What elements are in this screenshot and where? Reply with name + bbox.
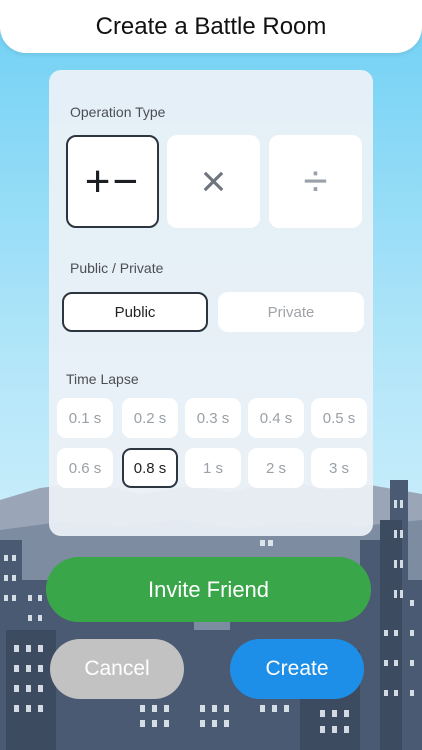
time-option-label: 0.2 s <box>133 409 167 427</box>
time-option-0.3s[interactable]: 0.3 s <box>185 398 241 438</box>
invite-friend-button[interactable]: Invite Friend <box>46 557 371 622</box>
time-option-label: 0.8 s <box>133 459 167 477</box>
invite-friend-label: Invite Friend <box>147 576 270 602</box>
operation-option-add-subtract[interactable]: +− <box>66 135 159 228</box>
create-label: Create <box>265 657 329 680</box>
header-bar: Create a Battle Room <box>0 0 422 53</box>
room-settings-card: Operation Type +− × ÷ Public / Private P… <box>49 70 373 536</box>
time-option-0.2s[interactable]: 0.2 s <box>122 398 178 438</box>
private-option-label: Private <box>267 303 315 321</box>
time-lapse-label: Time Lapse <box>66 371 139 387</box>
time-option-2s[interactable]: 2 s <box>248 448 304 488</box>
plus-minus-icon: +− <box>84 156 141 206</box>
time-option-0.1s[interactable]: 0.1 s <box>57 398 113 438</box>
time-option-0.4s[interactable]: 0.4 s <box>248 398 304 438</box>
time-option-label: 3 s <box>328 459 349 477</box>
visibility-label: Public / Private <box>70 260 164 276</box>
time-option-label: 2 s <box>265 459 286 477</box>
public-option-label: Public <box>114 303 156 321</box>
time-option-3s[interactable]: 3 s <box>311 448 367 488</box>
page-title: Create a Battle Room <box>95 13 327 40</box>
time-option-0.5s[interactable]: 0.5 s <box>311 398 367 438</box>
operation-option-divide[interactable]: ÷ <box>269 135 362 228</box>
cancel-button[interactable]: Cancel <box>50 639 184 699</box>
time-option-label: 0.4 s <box>259 409 293 427</box>
create-button[interactable]: Create <box>230 639 364 699</box>
public-option-button[interactable]: Public <box>62 292 208 332</box>
time-option-1s[interactable]: 1 s <box>185 448 241 488</box>
time-option-label: 0.6 s <box>68 459 102 477</box>
multiply-icon: × <box>200 156 227 206</box>
operation-type-label: Operation Type <box>70 104 166 120</box>
time-option-label: 1 s <box>202 459 223 477</box>
operation-option-multiply[interactable]: × <box>167 135 260 228</box>
time-option-label: 0.1 s <box>68 409 102 427</box>
divide-icon: ÷ <box>303 156 328 206</box>
time-option-0.6s[interactable]: 0.6 s <box>57 448 113 488</box>
private-option-button[interactable]: Private <box>218 292 364 332</box>
time-option-0.8s[interactable]: 0.8 s <box>122 448 178 488</box>
time-option-label: 0.5 s <box>322 409 356 427</box>
time-option-label: 0.3 s <box>196 409 230 427</box>
cancel-label: Cancel <box>84 657 150 680</box>
